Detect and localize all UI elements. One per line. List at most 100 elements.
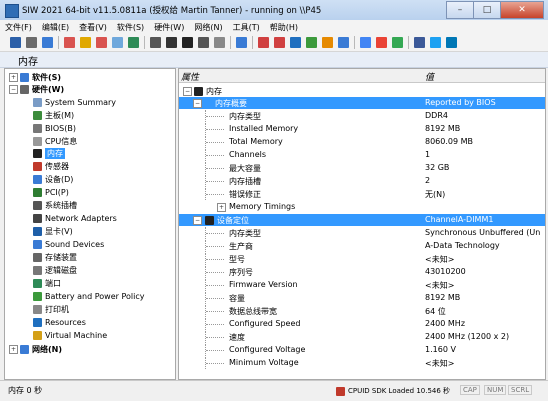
num-lock-indicator: NUM xyxy=(484,385,507,395)
user-icon[interactable] xyxy=(96,37,107,48)
table-row[interactable]: 生产商 A-Data Technology xyxy=(179,240,545,252)
expand-icon[interactable]: + xyxy=(9,344,18,354)
report-icon[interactable] xyxy=(258,37,269,48)
menu-help[interactable]: 帮助(H) xyxy=(265,22,303,33)
share-icon[interactable] xyxy=(376,37,387,48)
menu-edit[interactable]: 编辑(E) xyxy=(37,22,74,33)
section-header-device-locator[interactable]: − 设备定位 ChannelA-DIMM1 xyxy=(179,214,545,226)
cpuid-icon xyxy=(336,386,345,396)
drive-icon[interactable] xyxy=(182,37,193,48)
display-icon xyxy=(33,226,42,236)
print-icon[interactable] xyxy=(26,37,37,48)
expand-icon[interactable]: + xyxy=(217,203,226,212)
maximize-button[interactable]: □ xyxy=(473,1,501,19)
minimize-button[interactable]: – xyxy=(446,1,474,19)
table-row[interactable]: Configured Speed 2400 MHz xyxy=(179,318,545,330)
tree-item-bios[interactable]: BIOS(B) xyxy=(33,122,76,134)
table-row[interactable]: Total Memory 8060.09 MB xyxy=(179,136,545,148)
pci-icon xyxy=(33,187,42,197)
page-header: 内存 xyxy=(0,52,548,68)
tree-item-devices[interactable]: 设备(D) xyxy=(33,173,73,185)
google-icon[interactable] xyxy=(360,37,371,48)
column-value[interactable]: 值 xyxy=(425,70,434,83)
tree-item-pci[interactable]: PCI(P) xyxy=(33,186,69,198)
menu-network[interactable]: 网络(N) xyxy=(189,22,227,33)
tree-item-network-adapters[interactable]: Network Adapters xyxy=(33,212,117,224)
tree-item-memory[interactable]: 内存 xyxy=(33,147,65,159)
tree-item-sound[interactable]: Sound Devices xyxy=(33,238,104,250)
table-row[interactable]: 序列号 43010200 xyxy=(179,266,545,278)
table-row[interactable]: Installed Memory 8192 MB xyxy=(179,123,545,135)
tree-item-sensors[interactable]: 传感器 xyxy=(33,160,69,172)
details-panel[interactable]: 属性 值 − 内存 − 内存概要 Reported by BIOS 内存类型 DD… xyxy=(178,68,546,380)
pdf-icon[interactable] xyxy=(274,37,285,48)
tree-node-network[interactable]: + 网络(N) xyxy=(9,343,62,355)
menu-view[interactable]: 查看(V) xyxy=(74,22,112,33)
linkedin-icon[interactable] xyxy=(446,37,457,48)
section-header-memory-summary[interactable]: − 内存概要 Reported by BIOS xyxy=(179,97,545,109)
shield-icon[interactable] xyxy=(112,37,123,48)
tree-item-printers[interactable]: 打印机 xyxy=(33,303,69,315)
table-row[interactable]: 型号 <未知> xyxy=(179,253,545,265)
menu-tools[interactable]: 工具(T) xyxy=(228,22,265,33)
collapse-icon[interactable]: − xyxy=(193,216,202,225)
close-button[interactable]: ✕ xyxy=(500,1,544,19)
collapse-icon[interactable]: − xyxy=(183,86,192,96)
tree-item-storage[interactable]: 存储装置 xyxy=(33,251,77,263)
root-node[interactable]: − 内存 xyxy=(183,85,222,97)
tree-item-video[interactable]: 显卡(V) xyxy=(33,225,73,237)
tree-item-battery[interactable]: Battery and Power Policy xyxy=(33,290,145,302)
tree-item-virtual-machine[interactable]: Virtual Machine xyxy=(33,329,107,341)
navigation-tree[interactable]: + 软件(S) − 硬件(W) System Summary 主板(M) BIO… xyxy=(4,68,176,380)
share-icon-2[interactable] xyxy=(392,37,403,48)
menu-file[interactable]: 文件(F) xyxy=(0,22,37,33)
tree-item-motherboard[interactable]: 主板(M) xyxy=(33,109,74,121)
expand-icon[interactable]: + xyxy=(9,72,18,82)
tree-item-system-slots[interactable]: 系统插槽 xyxy=(33,199,77,211)
network-icon[interactable] xyxy=(236,37,247,48)
table-row[interactable]: 内存类型 Synchronous Unbuffered (Un xyxy=(179,227,545,239)
tree-item-resources[interactable]: Resources xyxy=(33,316,86,328)
tree-node-software[interactable]: + 软件(S) xyxy=(9,71,61,83)
display-icon[interactable] xyxy=(198,37,209,48)
save-icon[interactable] xyxy=(10,37,21,48)
collapse-icon[interactable]: − xyxy=(193,99,202,108)
facebook-icon[interactable] xyxy=(414,37,425,48)
gear-icon[interactable] xyxy=(290,37,301,48)
table-row[interactable]: 速度 2400 MHz (1200 x 2) xyxy=(179,331,545,343)
table-row[interactable]: 内存插槽 2 xyxy=(179,175,545,187)
tree-item-ports[interactable]: 端口 xyxy=(33,277,61,289)
tools-icon[interactable] xyxy=(64,37,75,48)
tree-item-cpu[interactable]: CPU信息 xyxy=(33,135,77,147)
lock-icon[interactable] xyxy=(80,37,91,48)
column-property[interactable]: 属性 xyxy=(181,70,199,83)
table-row[interactable]: Firmware Version <未知> xyxy=(179,279,545,291)
refresh-icon[interactable] xyxy=(306,37,317,48)
table-row[interactable]: 容量 8192 MB xyxy=(179,292,545,304)
toolbar-separator xyxy=(58,36,59,49)
table-row[interactable]: Configured Voltage 1.160 V xyxy=(179,344,545,356)
table-row[interactable]: Channels 1 xyxy=(179,149,545,161)
help-icon[interactable] xyxy=(338,37,349,48)
table-row[interactable]: 错误修正 无(N) xyxy=(179,188,545,200)
info-icon[interactable] xyxy=(322,37,333,48)
table-row[interactable]: 最大容量 32 GB xyxy=(179,162,545,174)
memory-icon[interactable] xyxy=(166,37,177,48)
table-row-memory-timings[interactable]: + Memory Timings xyxy=(179,201,545,213)
device-icon[interactable] xyxy=(214,37,225,48)
table-row[interactable]: 数据总线带宽 64 位 xyxy=(179,305,545,317)
copy-icon[interactable] xyxy=(42,37,53,48)
virtual-machine-icon xyxy=(33,330,42,340)
tree-node-hardware[interactable]: − 硬件(W) xyxy=(9,83,64,95)
tree-item-system-summary[interactable]: System Summary xyxy=(33,96,116,108)
table-row[interactable]: Minimum Voltage <未知> xyxy=(179,357,545,369)
tree-item-logical-disks[interactable]: 逻辑磁盘 xyxy=(33,264,77,276)
settings-icon[interactable] xyxy=(128,37,139,48)
menu-bar: 文件(F) 编辑(E) 查看(V) 软件(S) 硬件(W) 网络(N) 工具(T… xyxy=(0,20,548,34)
table-row[interactable]: 内存类型 DDR4 xyxy=(179,110,545,122)
collapse-icon[interactable]: − xyxy=(9,84,18,94)
twitter-icon[interactable] xyxy=(430,37,441,48)
chip-icon[interactable] xyxy=(150,37,161,48)
menu-hardware[interactable]: 硬件(W) xyxy=(149,22,189,33)
menu-software[interactable]: 软件(S) xyxy=(112,22,149,33)
